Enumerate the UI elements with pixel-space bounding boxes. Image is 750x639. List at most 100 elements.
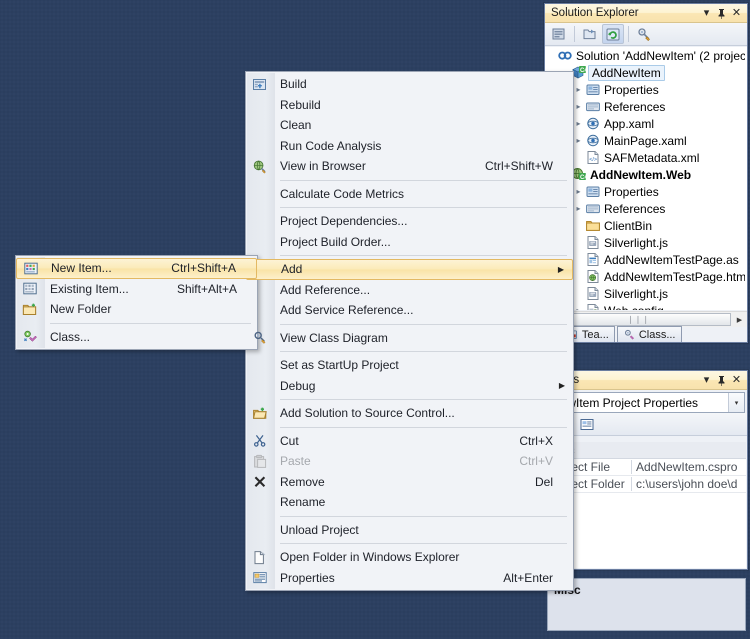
menu-item-paste: Paste Ctrl+V — [246, 451, 573, 472]
property-object-value: NewItem Project Properties — [552, 395, 699, 410]
tree-node-label: AddNewItemTestPage.as — [604, 252, 739, 267]
expander-icon[interactable]: ▸ — [573, 102, 584, 111]
property-rows: Project File AddNewItem.cspro Project Fold… — [546, 459, 746, 493]
pin-icon[interactable] — [714, 373, 729, 388]
expander-icon[interactable]: ▸ — [573, 136, 584, 145]
menu-item-run-code-analysis[interactable]: Run Code Analysis — [246, 136, 573, 157]
refresh-icon[interactable] — [602, 24, 624, 44]
menu-item-calculate-code-metrics[interactable]: Calculate Code Metrics — [246, 184, 573, 205]
property-row[interactable]: Project Folder c:\users\john doe\d — [546, 476, 746, 493]
menu-item-open-folder-in-windows-explorer[interactable]: Open Folder in Windows Explorer — [246, 547, 573, 568]
menu-item-shortcut: Ctrl+V — [519, 454, 553, 469]
menu-item-build[interactable]: Build — [246, 74, 573, 95]
close-icon[interactable]: ✕ — [729, 6, 744, 21]
menu-item-unload-project[interactable]: Unload Project — [246, 520, 573, 541]
solution-explorer-toolbar — [545, 23, 747, 46]
properties-window-icon[interactable] — [548, 24, 570, 44]
chevron-down-icon[interactable]: ▾ — [728, 393, 744, 412]
menu-item-add-service-reference[interactable]: Add Service Reference... — [246, 300, 573, 321]
source-control-icon — [246, 406, 274, 421]
tree-node[interactable]: </> SAFMetadata.xml — [545, 149, 747, 166]
tree-node[interactable]: ▸ Properties — [545, 183, 747, 200]
tree-node[interactable]: Solution 'AddNewItem' (2 projec — [545, 47, 747, 64]
menu-item-clean[interactable]: Clean — [246, 115, 573, 136]
expander-icon[interactable]: ▸ — [573, 119, 584, 128]
window-dropdown-icon[interactable]: ▾ — [699, 373, 714, 388]
paste-icon — [246, 454, 274, 469]
menu-item-label: Build — [280, 77, 307, 92]
tree-node-label: Properties — [604, 184, 659, 199]
pin-icon[interactable] — [714, 6, 729, 21]
window-dropdown-icon[interactable]: ▾ — [699, 6, 714, 21]
tree-node[interactable]: ▸ References — [545, 200, 747, 217]
menu-item-cut[interactable]: Cut Ctrl+X — [246, 431, 573, 452]
tree-node[interactable]: Silverlight.js — [545, 285, 747, 302]
references-icon — [584, 99, 601, 114]
docked-tab-class[interactable]: Class... — [616, 326, 682, 342]
property-object-selector[interactable]: NewItem Project Properties ▾ — [547, 392, 745, 413]
tree-node[interactable]: AddNewItemTestPage.htm — [545, 268, 747, 285]
menu-item-add-reference[interactable]: Add Reference... — [246, 280, 573, 301]
tree-node[interactable]: ClientBin — [545, 217, 747, 234]
show-all-files-icon[interactable] — [579, 24, 601, 44]
close-icon[interactable]: ✕ — [729, 373, 744, 388]
view-in-browser-icon — [246, 159, 274, 174]
docked-window-tabstrip: olut...Tea...Class... — [519, 325, 747, 342]
menu-item-properties[interactable]: Properties Alt+Enter — [246, 568, 573, 589]
expander-icon[interactable]: ▸ — [573, 85, 584, 94]
remove-icon — [246, 474, 274, 489]
property-grid[interactable]: Misc Project FileAddNewItem.csproProject… — [546, 442, 746, 568]
html-file-icon — [584, 269, 601, 284]
menu-item-add[interactable]: Add ▶ — [246, 259, 573, 280]
menu-item-new-item[interactable]: New Item... Ctrl+Shift+A — [16, 258, 257, 279]
menu-item-set-as-startup-project[interactable]: Set as StartUp Project — [246, 355, 573, 376]
menu-item-add-solution-to-source-control[interactable]: Add Solution to Source Control... — [246, 403, 573, 424]
property-category: Misc — [546, 442, 746, 459]
expander-icon[interactable]: ▸ — [573, 204, 584, 213]
menu-item-new-folder[interactable]: New Folder — [16, 299, 257, 320]
menu-separator — [280, 207, 567, 208]
aspx-file-icon — [584, 252, 601, 267]
menu-item-view-class-diagram[interactable]: View Class Diagram — [246, 328, 573, 349]
tree-node[interactable]: ▸ References — [545, 98, 747, 115]
class-view-tab-icon — [623, 328, 636, 341]
xaml-file-icon — [584, 133, 601, 148]
tree-node-label: References — [604, 201, 666, 216]
docked-tab-label: Class... — [638, 328, 676, 341]
menu-item-view-in-browser[interactable]: View in Browser Ctrl+Shift+W — [246, 156, 573, 177]
menu-item-rename[interactable]: Rename — [246, 492, 573, 513]
menu-item-project-dependencies[interactable]: Project Dependencies... — [246, 211, 573, 232]
menu-item-label: Calculate Code Metrics — [280, 186, 405, 201]
tree-node[interactable]: ▸ App.xaml — [545, 115, 747, 132]
tree-node-label: AddNewItem — [588, 64, 665, 81]
tree-node-label: SAFMetadata.xml — [604, 150, 700, 165]
tree-node[interactable]: C# AddNewItem.Web — [545, 166, 747, 183]
view-class-diagram-icon[interactable] — [633, 24, 655, 44]
tree-node[interactable]: ▸ Web.config — [545, 302, 747, 310]
tree-node[interactable]: Silverlight.js — [545, 234, 747, 251]
tree-node[interactable]: AddNewItemTestPage.as — [545, 251, 747, 268]
property-value[interactable]: c:\users\john doe\d — [632, 477, 737, 491]
menu-item-remove[interactable]: Remove Del — [246, 472, 573, 493]
solution-tree[interactable]: Solution 'AddNewItem' (2 projec C# AddNewI… — [545, 47, 747, 310]
tree-node[interactable]: C# AddNewItem — [545, 64, 747, 81]
menu-item-project-build-order[interactable]: Project Build Order... — [246, 232, 573, 253]
expander-icon[interactable]: ▸ — [573, 187, 584, 196]
menu-item-debug[interactable]: Debug ▶ — [246, 376, 573, 397]
property-row[interactable]: Project File AddNewItem.cspro — [546, 459, 746, 476]
menu-separator — [50, 322, 251, 324]
js-file-icon — [584, 235, 601, 250]
menu-item-existing-item[interactable]: Existing Item... Shift+Alt+A — [16, 279, 257, 300]
solution-icon — [556, 48, 573, 63]
expander-icon[interactable]: ▸ — [573, 306, 584, 310]
tree-node[interactable]: ▸ Properties — [545, 81, 747, 98]
menu-item-rebuild[interactable]: Rebuild — [246, 95, 573, 116]
tree-node[interactable]: ▸ MainPage.xaml — [545, 132, 747, 149]
menu-item-class[interactable]: Class... — [16, 327, 257, 348]
property-value[interactable]: AddNewItem.cspro — [632, 460, 737, 474]
menu-item-label: View Class Diagram — [280, 330, 388, 345]
property-pages-icon[interactable] — [576, 414, 598, 434]
references-icon — [584, 201, 601, 216]
properties-icon — [246, 570, 274, 585]
xml-file-icon: </> — [584, 150, 601, 165]
